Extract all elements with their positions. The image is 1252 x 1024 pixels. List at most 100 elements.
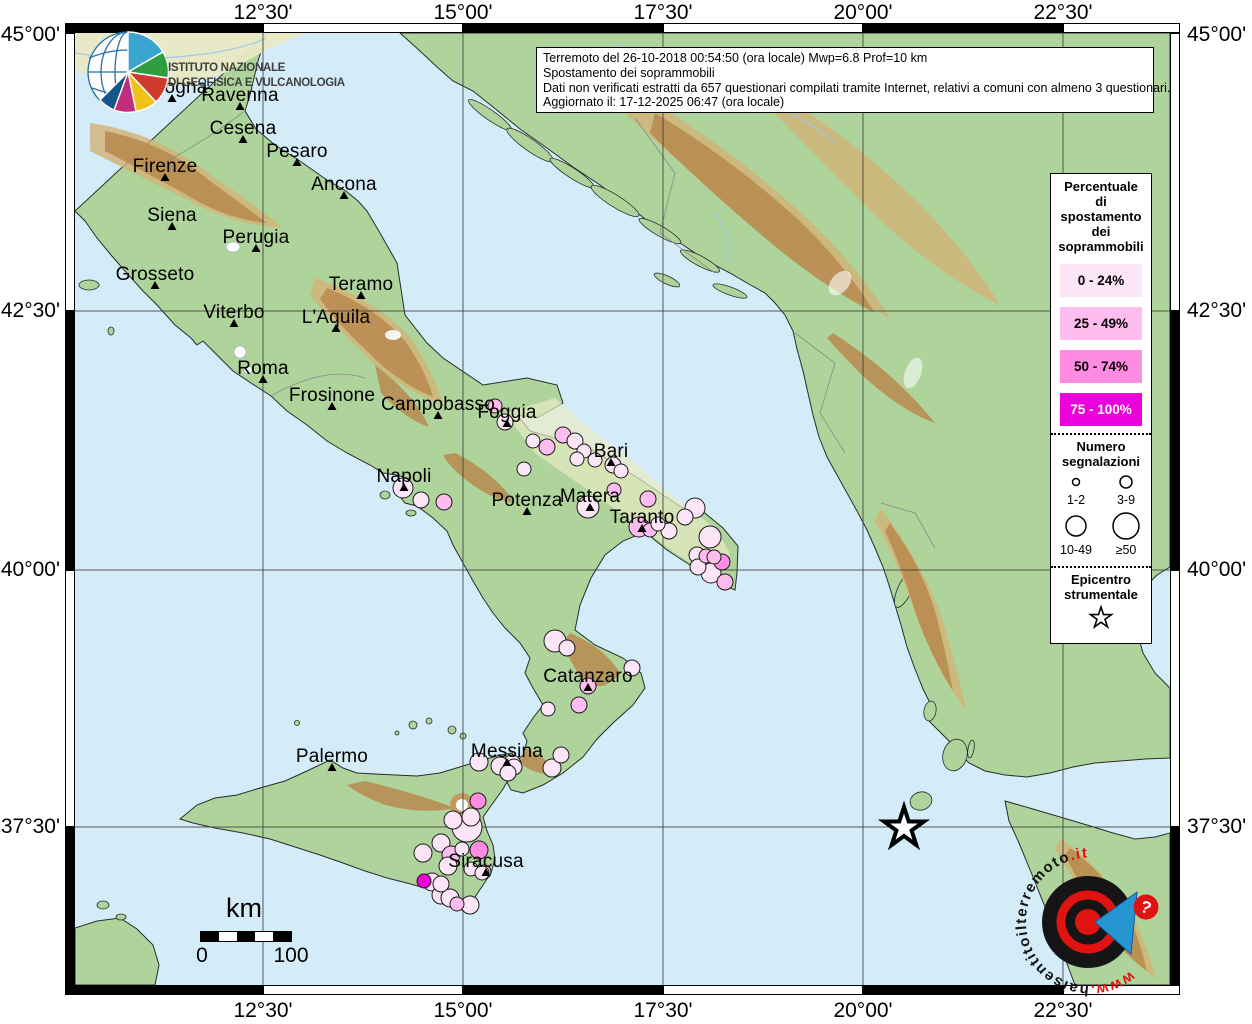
legend-count-label: 10-49	[1060, 543, 1092, 557]
legend-title-line: soprammobili	[1058, 239, 1144, 254]
legend-count-class: ≥50	[1101, 509, 1151, 559]
city-label-bari: Bari	[593, 441, 629, 462]
axis-label-right: 40°00'	[1187, 558, 1247, 581]
axis-label-top: 12°30'	[233, 1, 293, 24]
legend-count-class: 10-49	[1051, 509, 1101, 559]
intensity-point	[432, 875, 450, 893]
ingv-logo	[87, 31, 170, 114]
frame-bottom-segment	[663, 985, 863, 995]
frame-left-segment	[65, 570, 75, 827]
frame-right-segment	[1170, 570, 1180, 827]
epicenter-star-icon	[1051, 602, 1151, 637]
intensity-point	[698, 525, 722, 549]
frame-bottom-segment	[65, 985, 263, 995]
axis-label-bottom: 15°00'	[433, 999, 493, 1022]
legend-title-line: segnalazioni	[1061, 454, 1141, 469]
axis-label-bottom: 17°30'	[633, 999, 693, 1022]
axis-label-top: 20°00'	[833, 1, 893, 24]
city-label-grosseto: Grosseto	[115, 264, 195, 285]
legend-title-line: spostamento	[1060, 209, 1142, 224]
axis-label-left: 45°00'	[0, 23, 60, 46]
axis-label-bottom: 20°00'	[833, 999, 893, 1022]
legend-count-label: ≥50	[1115, 543, 1137, 557]
intensity-point	[469, 792, 487, 810]
frame-right-segment	[1170, 311, 1180, 570]
intensity-point	[499, 764, 517, 782]
city-label-palermo: Palermo	[295, 746, 369, 767]
city-label-roma: Roma	[237, 358, 289, 379]
title-box: Terremoto del 26-10-2018 00:54:50 (ora l…	[536, 47, 1171, 113]
scalebar-end: 100	[273, 944, 309, 967]
intensity-point	[412, 491, 430, 509]
legend-percent-title: Percentuale di spostamento dei soprammobili	[1051, 174, 1151, 254]
axis-label-bottom: 12°30'	[233, 999, 293, 1022]
intensity-point	[613, 463, 629, 479]
frame-left-segment	[65, 311, 75, 570]
city-label-pesaro: Pesaro	[266, 141, 328, 162]
legend-title-line: di	[1095, 194, 1107, 209]
axis-label-right: 42°30'	[1187, 299, 1247, 322]
intensity-point	[443, 810, 463, 830]
city-label-siracusa: Siracusa	[448, 851, 524, 872]
legend-count-title: Numero segnalazioni	[1051, 433, 1151, 469]
city-label-matera: Matera	[559, 486, 621, 507]
city-label-catanzaro: Catanzaro	[543, 666, 633, 687]
city-label-ancona: Ancona	[311, 174, 377, 195]
city-label-perugia: Perugia	[222, 227, 290, 248]
frame-right-segment	[1170, 33, 1180, 311]
legend-count-label: 3-9	[1116, 493, 1136, 507]
legend-title-line: dei	[1091, 224, 1111, 239]
axis-label-top: 17°30'	[633, 1, 693, 24]
ingv-text-line2: DI GEOFISICA E VULCANOLOGIA	[168, 77, 345, 89]
legend-title-line: Numero	[1076, 439, 1126, 454]
axis-label-right: 45°00'	[1187, 23, 1247, 46]
intensity-point	[516, 461, 532, 477]
legend-count-class: 3-9	[1101, 471, 1151, 509]
legend-count-symbols: 1-2 3-9 10-49 ≥50	[1051, 471, 1151, 559]
legend-title-line: Epicentro	[1071, 572, 1131, 587]
city-label-siena: Siena	[147, 205, 197, 226]
intensity-point	[558, 639, 576, 657]
hsit-intensity-map-page: 12°30' 15°00' 17°30' 20°00' 22°30' 12°30' 15°0…	[0, 0, 1252, 1024]
legend-title-line: Percentuale	[1064, 179, 1138, 194]
legend-count-class: 1-2	[1051, 471, 1101, 509]
axis-label-top: 22°30'	[1033, 1, 1093, 24]
city-label-cesena: Cesena	[209, 118, 277, 139]
title-line-event: Terremoto del 26-10-2018 00:54:50 (ora l…	[543, 51, 928, 65]
city-label-potenza: Potenza	[491, 490, 563, 511]
intensity-point	[413, 843, 433, 863]
ingv-text-line1: ISTITUTO NAZIONALE	[168, 62, 286, 74]
intensity-point	[461, 807, 481, 827]
intensity-point	[716, 573, 734, 591]
intensity-point	[676, 508, 694, 526]
scalebar	[200, 931, 292, 942]
frame-left-segment	[65, 33, 75, 311]
frame-left-segment	[65, 827, 75, 985]
legend: Percentuale di spostamento dei soprammobili …	[1050, 173, 1152, 644]
haisentitoilterremoto-logo: www.haisentitoilterremoto.it ?	[1013, 844, 1159, 999]
city-label-napoli: Napoli	[376, 466, 432, 487]
axis-label-top: 15°00'	[433, 1, 493, 24]
intensity-point	[435, 493, 453, 511]
legend-epicenter-title: Epicentro strumentale	[1051, 566, 1151, 602]
intensity-point	[449, 896, 465, 912]
city-label-firenze: Firenze	[132, 156, 198, 177]
title-line-source: Dati non verificati estratti da 657 ques…	[543, 80, 1171, 95]
intensity-point	[639, 490, 657, 508]
frame-bottom-segment	[263, 985, 463, 995]
scalebar-segment	[219, 932, 237, 941]
frame-bottom-segment	[463, 985, 663, 995]
title-line-updated: Aggiornato il: 17-12-2025 06:47 (ora loc…	[543, 95, 785, 110]
intensity-point	[570, 696, 588, 714]
legend-title-line: strumentale	[1064, 587, 1138, 602]
intensity-point	[540, 701, 556, 717]
city-label-taranto: Taranto	[609, 507, 675, 528]
scalebar-start: 0	[196, 944, 208, 967]
city-label-laquila: L'Aquila	[301, 307, 371, 328]
legend-class-swatch: 75 - 100%	[1060, 393, 1142, 426]
axis-label-left: 40°00'	[0, 558, 60, 581]
legend-class-swatch: 50 - 74%	[1060, 350, 1142, 383]
title-line-effect: Spostamento dei soprammobili	[543, 65, 715, 80]
ingv-logo-text: ISTITUTO NAZIONALE DI GEOFISICA E VULCAN…	[168, 61, 345, 91]
intensity-point	[706, 549, 722, 565]
